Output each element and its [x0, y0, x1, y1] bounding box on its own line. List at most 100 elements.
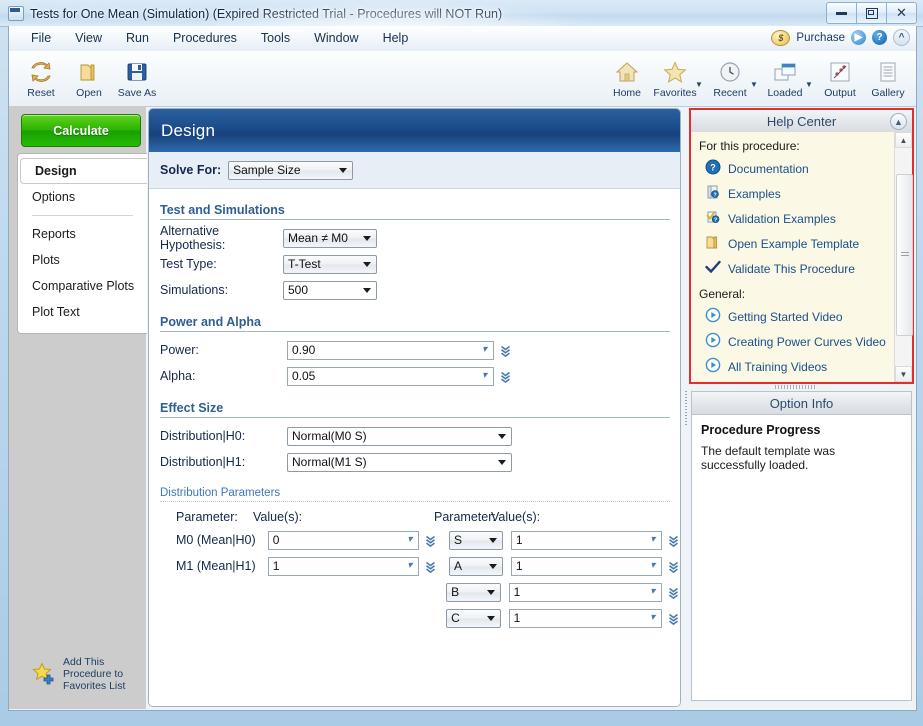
- chevron-down-icon[interactable]: ▾: [407, 537, 412, 543]
- param-m0-input[interactable]: 0 ▾: [268, 531, 420, 550]
- param-b-expand-button[interactable]: [666, 583, 680, 602]
- close-button[interactable]: ✕: [886, 2, 917, 24]
- toolbar-reset-button[interactable]: Reset: [17, 55, 65, 99]
- toolbar-home-button[interactable]: Home: [603, 55, 651, 99]
- toolbar-loaded-button[interactable]: Loaded: [761, 55, 809, 99]
- chevron-down-icon[interactable]: ▾: [482, 347, 487, 353]
- clock-icon: [718, 58, 742, 85]
- param-a-select[interactable]: A: [449, 557, 503, 576]
- scrollbar-thumb[interactable]: [896, 174, 913, 336]
- add-to-favorites-button[interactable]: Add This Procedure to Favorites List: [17, 649, 142, 699]
- help-item-validation-examples[interactable]: ? Validation Examples: [697, 206, 893, 231]
- help-item-label: Examples: [728, 187, 781, 201]
- question-circle-icon[interactable]: ?: [872, 30, 887, 45]
- toolbar-recent-label: Recent: [713, 87, 746, 99]
- loaded-dropdown-caret-icon[interactable]: ▼: [805, 66, 814, 89]
- toolbar-favorites-button[interactable]: Favorites: [651, 55, 699, 99]
- menu-item-view[interactable]: View: [63, 26, 114, 51]
- param-c-select[interactable]: C: [446, 609, 501, 628]
- toolbar-open-label: Open: [76, 87, 102, 99]
- solve-for-select[interactable]: Sample Size: [228, 161, 353, 180]
- toolbar-recent-button[interactable]: Recent: [706, 55, 754, 99]
- param-m1-expand-button[interactable]: [423, 557, 437, 576]
- help-item-documentation[interactable]: ? Documentation: [697, 156, 893, 181]
- purchase-link[interactable]: Purchase: [796, 32, 845, 44]
- param-s-expand-button[interactable]: [666, 531, 680, 550]
- chevron-down-icon[interactable]: ▾: [650, 537, 655, 543]
- favorites-dropdown-caret-icon[interactable]: ▼: [695, 66, 704, 89]
- row-distribution-h0: Distribution|H0: Normal(M0 S): [149, 423, 680, 449]
- param-c-label: C: [451, 611, 460, 625]
- favorites-line-3: Favorites List: [63, 680, 125, 692]
- sidebar-item-design[interactable]: Design: [20, 158, 147, 184]
- dock-resize-grip[interactable]: [775, 385, 815, 389]
- chevron-down-icon[interactable]: ▾: [650, 563, 655, 569]
- menu-item-tools[interactable]: Tools: [249, 26, 302, 51]
- chevron-down-icon[interactable]: ▾: [650, 615, 655, 621]
- menu-item-run[interactable]: Run: [114, 26, 161, 51]
- sidebar-item-options[interactable]: Options: [18, 184, 147, 210]
- help-item-getting-started-video[interactable]: Getting Started Video: [697, 304, 893, 329]
- param-s-select[interactable]: S: [449, 531, 503, 550]
- power-expand-button[interactable]: [498, 341, 512, 360]
- alternative-hypothesis-select[interactable]: Mean ≠ M0: [283, 229, 377, 248]
- test-type-select[interactable]: T-Test: [283, 255, 377, 274]
- restore-button[interactable]: [856, 2, 887, 24]
- help-item-all-training-videos[interactable]: All Training Videos: [697, 354, 893, 379]
- param-a-input[interactable]: 1 ▾: [511, 557, 663, 576]
- alternative-hypothesis-value: Mean ≠ M0: [288, 231, 348, 245]
- sidebar-item-reports[interactable]: Reports: [18, 221, 147, 247]
- menu-item-procedures[interactable]: Procedures: [161, 26, 249, 51]
- help-center-scrollbar[interactable]: ▲ ▼: [894, 132, 912, 382]
- toolbar-gallery-button[interactable]: Gallery: [864, 55, 912, 99]
- option-info-title: Option Info: [770, 396, 834, 411]
- play-circle-icon[interactable]: ▶: [851, 30, 866, 45]
- alpha-expand-button[interactable]: [498, 367, 512, 386]
- sidebar-item-plots[interactable]: Plots: [18, 247, 147, 273]
- restore-icon: [866, 8, 878, 19]
- menu-item-help[interactable]: Help: [371, 26, 421, 51]
- distribution-h1-select[interactable]: Normal(M1 S): [287, 453, 512, 472]
- power-input[interactable]: 0.90 ▾: [287, 341, 494, 360]
- calculate-button[interactable]: Calculate: [21, 114, 141, 147]
- help-center-body: For this procedure: ? Documentation: [691, 132, 912, 382]
- param-b-input[interactable]: 1 ▾: [509, 583, 662, 602]
- design-form: Test and Simulations Alternative Hypothe…: [149, 189, 680, 707]
- chevron-down-icon[interactable]: ▾: [650, 589, 655, 595]
- sidebar: Calculate Design Options Reports Plots C…: [9, 106, 146, 709]
- distribution-h0-select[interactable]: Normal(M0 S): [287, 427, 512, 446]
- param-m0-expand-button[interactable]: [423, 531, 437, 550]
- param-m1-input[interactable]: 1 ▾: [268, 557, 420, 576]
- minimize-button[interactable]: [826, 2, 857, 24]
- simulations-select[interactable]: 500: [283, 281, 377, 300]
- window-title: Tests for One Mean (Simulation) (Expired…: [30, 5, 502, 23]
- param-m0-label: M0 (Mean|H0): [160, 533, 268, 547]
- sidebar-item-plot-text[interactable]: Plot Text: [18, 299, 147, 325]
- help-item-examples[interactable]: ? Examples: [697, 181, 893, 206]
- param-b-select[interactable]: B: [446, 583, 501, 602]
- help-item-open-example-template[interactable]: Open Example Template: [697, 231, 893, 256]
- param-s-value: 1: [516, 533, 523, 547]
- scroll-down-arrow-icon[interactable]: ▼: [895, 366, 912, 382]
- toolbar-open-button[interactable]: Open: [65, 55, 113, 99]
- toolbar-output-button[interactable]: Output: [816, 55, 864, 99]
- toolbar-saveas-button[interactable]: Save As: [113, 55, 161, 99]
- param-s-input[interactable]: 1 ▾: [511, 531, 663, 550]
- param-c-input[interactable]: 1 ▾: [509, 609, 662, 628]
- chevron-down-icon[interactable]: ▾: [482, 373, 487, 379]
- chevron-down-icon[interactable]: ▾: [407, 563, 412, 569]
- recent-dropdown-caret-icon[interactable]: ▼: [750, 66, 759, 89]
- scroll-up-arrow-icon[interactable]: ▲: [895, 132, 912, 148]
- sidebar-item-comparative-plots[interactable]: Comparative Plots: [18, 273, 147, 299]
- menu-item-window[interactable]: Window: [302, 26, 370, 51]
- alpha-input[interactable]: 0.05 ▾: [287, 367, 494, 386]
- help-item-validate-this-procedure[interactable]: Validate This Procedure: [697, 256, 893, 281]
- help-item-creating-power-curves-video[interactable]: Creating Power Curves Video: [697, 329, 893, 354]
- param-a-expand-button[interactable]: [666, 557, 680, 576]
- alpha-label: Alpha:: [160, 369, 287, 383]
- param-c-expand-button[interactable]: [666, 609, 680, 628]
- collapse-chevron-up-icon[interactable]: ▲: [890, 113, 907, 130]
- help-item-label: Getting Started Video: [728, 310, 843, 324]
- chevron-up-circle-icon[interactable]: ^: [893, 29, 910, 46]
- menu-item-file[interactable]: File: [19, 26, 63, 51]
